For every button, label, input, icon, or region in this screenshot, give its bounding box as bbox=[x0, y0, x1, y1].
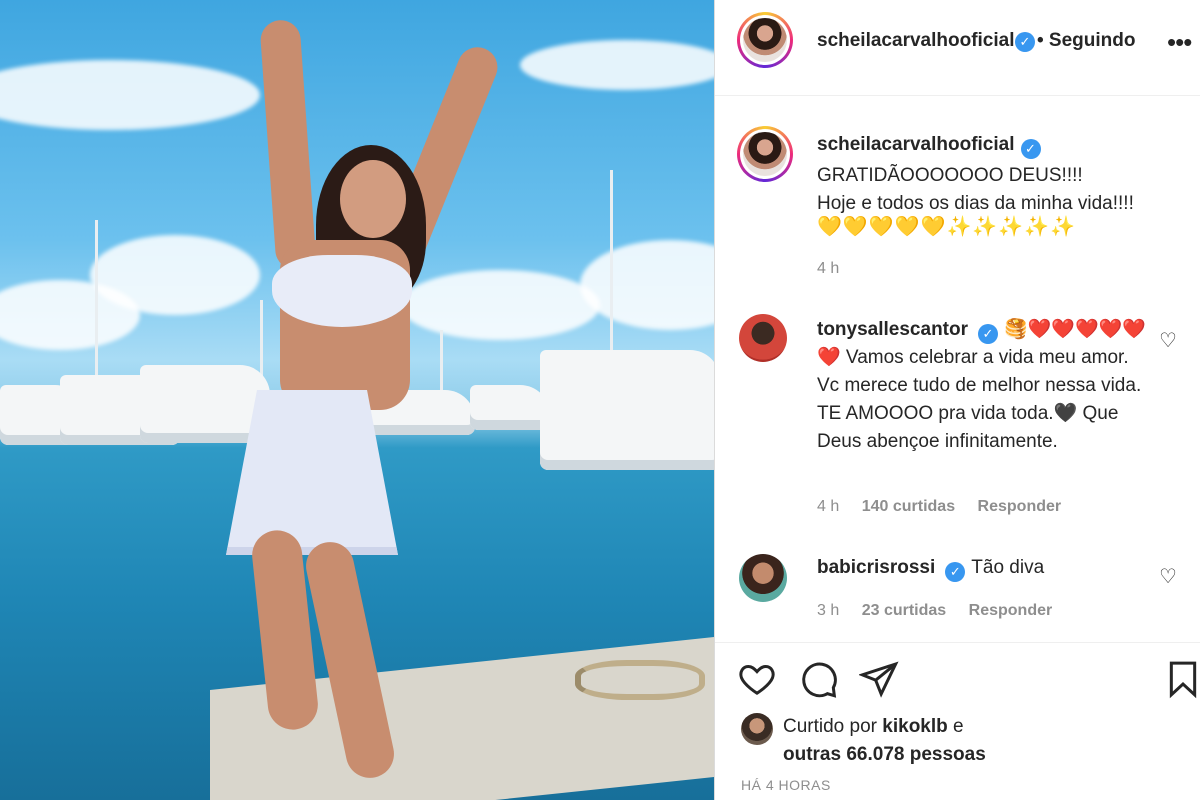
verified-badge-icon: ✓ bbox=[1015, 32, 1035, 52]
share-icon[interactable] bbox=[859, 659, 899, 699]
comment-likes[interactable]: 140 curtidas bbox=[862, 498, 955, 515]
liked-by-avatar[interactable] bbox=[741, 713, 773, 745]
comment-timestamp[interactable]: 4 h bbox=[817, 498, 839, 515]
author-avatar[interactable] bbox=[737, 12, 793, 68]
caption-emojis: 💛💛💛💛💛✨✨✨✨✨ bbox=[817, 216, 1077, 238]
author-username[interactable]: scheilacarvalhooficial bbox=[817, 30, 1015, 52]
liked-by-user[interactable]: kikoklb bbox=[882, 716, 947, 737]
caption-header: scheilacarvalhooficial ✓ bbox=[817, 134, 1041, 159]
caption-timestamp[interactable]: 4 h bbox=[817, 260, 839, 278]
comment-content: Tão diva bbox=[971, 557, 1045, 578]
comment-meta: 3 h 23 curtidas Responder bbox=[817, 602, 1070, 620]
caption-avatar[interactable] bbox=[737, 126, 793, 182]
liked-by-others[interactable]: outras 66.078 pessoas bbox=[783, 744, 986, 765]
more-horizontal-icon[interactable]: ••• bbox=[1167, 27, 1192, 58]
verified-badge-icon: ✓ bbox=[945, 562, 966, 582]
comment-like-heart-icon[interactable]: ♡ bbox=[1159, 564, 1177, 589]
comment-text: tonysallescantor ✓ 🥞❤️❤️❤️❤️❤️❤️ Vamos cel… bbox=[817, 316, 1147, 456]
liked-by-prefix: Curtido por bbox=[783, 716, 877, 737]
comment-username[interactable]: tonysallescantor bbox=[817, 319, 968, 340]
comment-likes[interactable]: 23 curtidas bbox=[862, 602, 946, 619]
comment-avatar[interactable] bbox=[739, 314, 787, 362]
comment-username[interactable]: babicrisrossi bbox=[817, 557, 935, 578]
comment-meta: 4 h 140 curtidas Responder bbox=[817, 498, 1079, 516]
verified-badge-icon: ✓ bbox=[978, 324, 998, 344]
caption-text: GRATIDÃOOOOOOO DEUS!!!! Hoje e todos os … bbox=[817, 165, 1134, 214]
post-actions: Curtido por kikoklb e outras 66.078 pess… bbox=[715, 642, 1200, 800]
bookmark-icon[interactable] bbox=[1163, 659, 1200, 699]
comment-timestamp[interactable]: 3 h bbox=[817, 602, 839, 619]
caption-username[interactable]: scheilacarvalhooficial bbox=[817, 134, 1015, 155]
reply-button[interactable]: Responder bbox=[969, 602, 1053, 619]
comment-icon[interactable] bbox=[799, 659, 839, 699]
likes-summary: Curtido por kikoklb e outras 66.078 pess… bbox=[783, 713, 1083, 769]
heart-icon[interactable] bbox=[737, 659, 777, 699]
liked-by-conjunction: e bbox=[953, 716, 964, 737]
following-button[interactable]: • Seguindo bbox=[1037, 30, 1135, 52]
verified-badge-icon: ✓ bbox=[1020, 139, 1041, 159]
comment-avatar[interactable] bbox=[739, 554, 787, 602]
post-header: scheilacarvalhooficial ✓ • Seguindo ••• bbox=[715, 0, 1200, 96]
post-details-panel: scheilacarvalhooficial ✓ • Seguindo ••• … bbox=[714, 0, 1200, 800]
comment-like-heart-icon[interactable]: ♡ bbox=[1159, 328, 1177, 353]
post-timestamp[interactable]: HÁ 4 HORAS bbox=[741, 777, 831, 793]
comment-text: babicrisrossi ✓ Tão diva bbox=[817, 554, 1147, 582]
post-photo[interactable] bbox=[0, 0, 714, 800]
reply-button[interactable]: Responder bbox=[978, 498, 1062, 515]
